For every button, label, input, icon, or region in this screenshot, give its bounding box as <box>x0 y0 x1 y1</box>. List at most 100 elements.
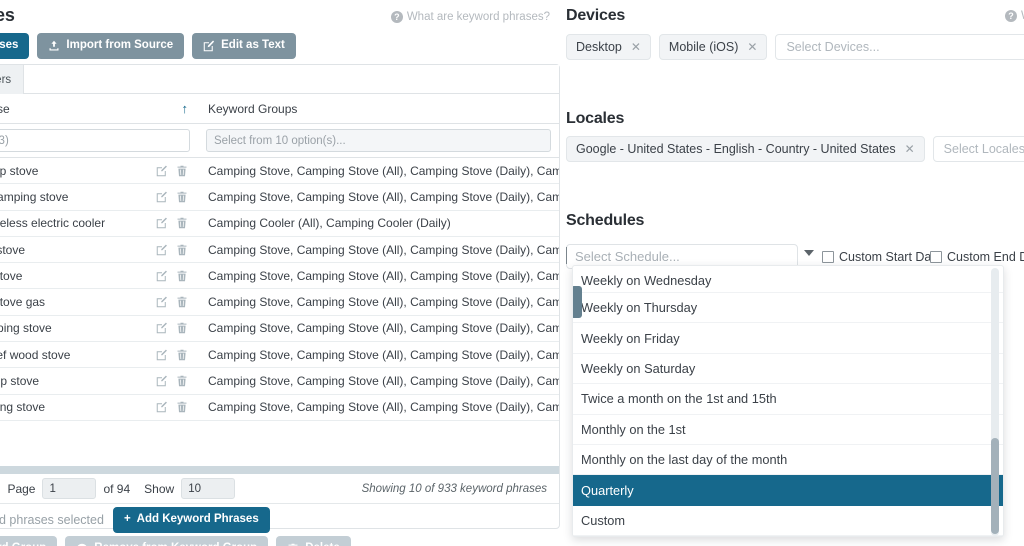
schedule-option-weekly-saturday[interactable]: Weekly on Saturday <box>573 354 1003 384</box>
add-keyword-phrases-label: word Phrases <box>0 40 18 52</box>
edit-icon[interactable] <box>156 217 168 229</box>
filter-cell-keyword-groups: Select from 10 option(s)... <box>198 129 559 152</box>
close-icon[interactable]: ✕ <box>747 40 757 54</box>
close-icon[interactable]: ✕ <box>631 40 641 54</box>
trash-icon[interactable] <box>176 244 188 256</box>
cell-keyword-groups: Camping Stove, Camping Stove (All), Camp… <box>198 295 559 309</box>
edit-icon[interactable] <box>156 322 168 334</box>
device-token-mobile-ios[interactable]: Mobile (iOS) ✕ <box>659 34 768 60</box>
schedule-option-weekly-thursday[interactable]: Weekly on Thursday <box>573 293 1003 323</box>
schedule-options-dropdown: Weekly on Wednesday Weekly on Thursday W… <box>572 265 1004 537</box>
trash-icon[interactable] <box>176 349 188 361</box>
import-from-source-button[interactable]: Import from Source <box>37 33 184 59</box>
schedule-option-custom[interactable]: Custom <box>573 506 1003 536</box>
hide-filters-label: Hide Filters <box>0 74 11 86</box>
schedule-option-weekly-wednesday[interactable]: Weekly on Wednesday <box>573 266 1003 293</box>
edit-icon[interactable] <box>156 165 168 177</box>
custom-start-date-checkbox-wrap[interactable]: Custom Start Date <box>822 250 942 264</box>
show-label: Show <box>144 482 174 496</box>
keyword-groups-select[interactable]: Select from 10 option(s)... <box>206 129 551 152</box>
schedule-option-monthly-first[interactable]: Monthly on the 1st <box>573 415 1003 445</box>
cell-keyword-groups: Camping Stove, Camping Stove (All), Camp… <box>198 348 559 362</box>
edit-icon[interactable] <box>156 401 168 413</box>
table-row[interactable]: amping stove Camping Stove, Camping Stov… <box>0 263 559 289</box>
schedule-option-monthly-last-day[interactable]: Monthly on the last day of the month <box>573 445 1003 475</box>
locale-token[interactable]: Google - United States - English - Count… <box>566 136 925 162</box>
locales-section-title: Locales <box>566 110 624 128</box>
rows-per-page-input[interactable]: 10 <box>181 478 235 499</box>
table-row[interactable]: one camping stove Camping Stove, Camping… <box>0 316 559 342</box>
edit-icon[interactable] <box>156 191 168 203</box>
help-link-label: What are keyword phrases? <box>407 11 550 23</box>
cell-keyword-phrase: ol camp stove <box>0 243 198 257</box>
chevron-down-icon[interactable] <box>804 250 814 256</box>
device-token-desktop[interactable]: Desktop ✕ <box>566 34 651 60</box>
trash-icon[interactable] <box>176 270 188 282</box>
table-row[interactable]: turidge camping stove Camping Stove, Cam… <box>0 184 559 210</box>
custom-end-date-checkbox-wrap[interactable]: Custom End Date <box>930 250 1024 264</box>
edit-as-text-button[interactable]: Edit as Text <box>192 33 296 59</box>
cell-keyword-groups: Camping Stove, Camping Stove (All), Camp… <box>198 243 559 257</box>
delete-button[interactable]: Delete <box>276 536 351 546</box>
schedule-option-twice-a-month[interactable]: Twice a month on the 1st and 15th <box>573 384 1003 414</box>
trash-icon[interactable] <box>176 322 188 334</box>
select-locales-input[interactable]: Select Locales... <box>933 136 1024 162</box>
trash-icon[interactable] <box>176 401 188 413</box>
trash-icon[interactable] <box>176 217 188 229</box>
schedule-option-label: Quarterly <box>581 483 634 498</box>
custom-end-date-checkbox[interactable] <box>930 251 942 263</box>
schedule-option-weekly-friday[interactable]: Weekly on Friday <box>573 323 1003 353</box>
pencil-square-icon <box>203 40 215 52</box>
cell-keyword-groups: Camping Stove, Camping Stove (All), Camp… <box>198 269 559 283</box>
table-row[interactable]: num camp stove Camping Stove, Camping St… <box>0 368 559 394</box>
schedule-option-label: Weekly on Friday <box>581 331 680 346</box>
table-row[interactable]: emy camp stove Camping Stove, Camping St… <box>0 158 559 184</box>
page-number-input[interactable]: 1 <box>42 478 96 499</box>
add-keyword-phrases-action-button[interactable]: + Add Keyword Phrases <box>113 507 270 533</box>
edit-icon[interactable] <box>156 270 168 282</box>
keyword-phrase-search-input[interactable]: ch... (933) <box>0 129 190 152</box>
cell-keyword-phrase: emy camp stove <box>0 164 198 178</box>
row-action-icons <box>150 375 188 387</box>
import-from-source-label: Import from Source <box>66 40 173 52</box>
trash-icon[interactable] <box>176 191 188 203</box>
table-row[interactable]: amping stove gas Camping Stove, Camping … <box>0 289 559 315</box>
table-filter-row: ch... (933) Select from 10 option(s)... <box>0 124 559 158</box>
schedule-option-quarterly[interactable]: Quarterly <box>573 475 1003 505</box>
horizontal-scrollbar[interactable] <box>0 466 559 474</box>
column-header-keyword-groups[interactable]: Keyword Groups <box>198 94 559 123</box>
sort-ascending-arrow-icon[interactable]: ↑ <box>182 101 189 116</box>
edit-icon[interactable] <box>156 349 168 361</box>
custom-start-date-checkbox[interactable] <box>822 251 834 263</box>
add-to-keyword-group-button[interactable]: Keyword Group <box>0 536 57 546</box>
add-keyword-phrases-action-label: Add Keyword Phrases <box>137 514 259 526</box>
cell-keyword-phrase: on camping stove <box>0 400 198 414</box>
table-row[interactable]: on camping stove Camping Stove, Camping … <box>0 395 559 421</box>
select-devices-input[interactable]: Select Devices... <box>775 34 1024 60</box>
table-row[interactable]: turidge iceless electric cooler Camping … <box>0 211 559 237</box>
hide-filters-tab[interactable]: Hide Filters <box>0 65 24 94</box>
close-icon[interactable]: ✕ <box>905 142 915 156</box>
column-header-keyword-phrase[interactable]: ord Phrase ↑ <box>0 94 198 123</box>
row-action-icons <box>150 191 188 203</box>
edit-icon[interactable] <box>156 296 168 308</box>
table-row[interactable]: camp chef wood stove Camping Stove, Camp… <box>0 342 559 368</box>
add-keyword-phrases-button[interactable]: word Phrases <box>0 33 29 59</box>
device-token-mobile-ios-label: Mobile (iOS) <box>669 40 738 54</box>
trash-icon[interactable] <box>176 375 188 387</box>
row-action-icons <box>150 270 188 282</box>
what-are-keyword-phrases-link[interactable]: ? What are keyword phrases? <box>391 11 550 23</box>
trash-icon[interactable] <box>176 165 188 177</box>
edit-icon[interactable] <box>156 244 168 256</box>
keyword-phrase-text: ol camp stove <box>0 243 25 257</box>
row-action-icons <box>150 165 188 177</box>
devices-help-link[interactable]: ? W <box>1005 10 1024 22</box>
remove-from-keyword-group-button[interactable]: Remove from Keyword Group <box>65 536 268 546</box>
trash-icon[interactable] <box>176 296 188 308</box>
table-row[interactable]: ol camp stove Camping Stove, Camping Sto… <box>0 237 559 263</box>
cell-keyword-phrase: turidge iceless electric cooler <box>0 216 198 230</box>
edit-icon[interactable] <box>156 375 168 387</box>
dropdown-scrollbar-thumb[interactable] <box>991 438 999 534</box>
settings-panel: Devices ? W Desktop ✕ Mobile (iOS) ✕ Sel… <box>560 0 1024 546</box>
devices-token-bar: Desktop ✕ Mobile (iOS) ✕ Select Devices.… <box>566 34 1024 60</box>
